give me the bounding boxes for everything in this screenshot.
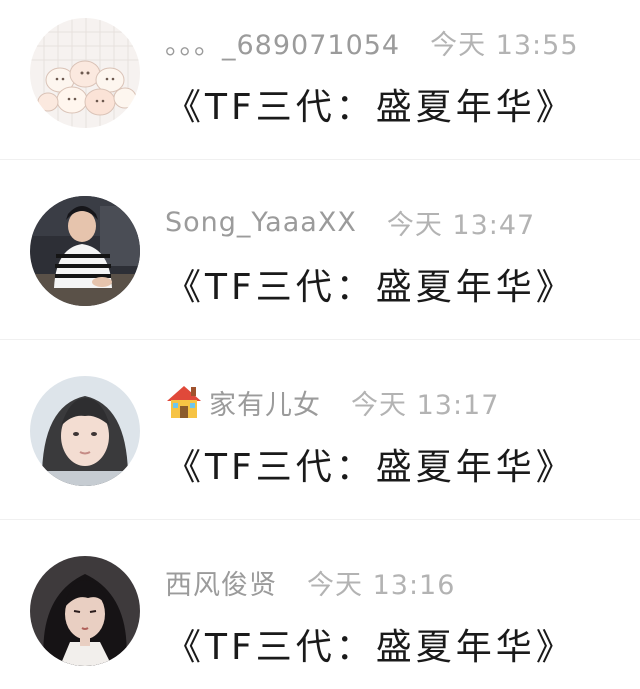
cartoon-animals-avatar[interactable] (30, 18, 140, 128)
comment-item: 。。。_689071054 今天 13:55 《TF三代：盛夏年华》 (0, 0, 640, 160)
house-emoji-icon (165, 383, 203, 421)
timestamp: 今天 13:17 (351, 389, 500, 421)
comment-item: 家有儿女 今天 13:17 《TF三代：盛夏年华》 (0, 340, 640, 520)
timestamp: 今天 13:16 (307, 569, 456, 601)
comment-meta: 家有儿女 今天 13:17 (165, 382, 630, 422)
username[interactable]: 。。。_689071054 (165, 23, 400, 62)
anime-character-avatar[interactable] (30, 556, 140, 666)
timestamp: 今天 13:47 (386, 209, 536, 241)
comment-item: Song_YaaaXX 今天 13:47 《TF三代：盛夏年华》 (0, 160, 640, 340)
username[interactable]: 西风俊贤 (165, 563, 277, 602)
child-portrait-avatar[interactable] (30, 376, 140, 486)
comment-text: 《TF三代：盛夏年华》 (165, 267, 576, 308)
comment-meta: 西风俊贤 今天 13:16 (165, 562, 630, 602)
timestamp: 今天 13:55 (430, 29, 579, 61)
comment-meta: Song_YaaaXX 今天 13:47 (165, 202, 630, 242)
comment-text: 《TF三代：盛夏年华》 (165, 627, 576, 668)
username[interactable]: Song_YaaaXX (165, 207, 357, 238)
person-striped-sweater-avatar[interactable] (30, 196, 140, 306)
comment-item: 西风俊贤 今天 13:16 《TF三代：盛夏年华》 (0, 520, 640, 689)
username-text: 家有儿女 (209, 389, 321, 421)
comment-text: 《TF三代：盛夏年华》 (165, 447, 576, 488)
username[interactable]: 家有儿女 (165, 383, 321, 422)
comment-list: 。。。_689071054 今天 13:55 《TF三代：盛夏年华》 Song_… (0, 0, 640, 689)
comment-meta: 。。。_689071054 今天 13:55 (165, 22, 630, 62)
comment-text: 《TF三代：盛夏年华》 (165, 87, 576, 128)
